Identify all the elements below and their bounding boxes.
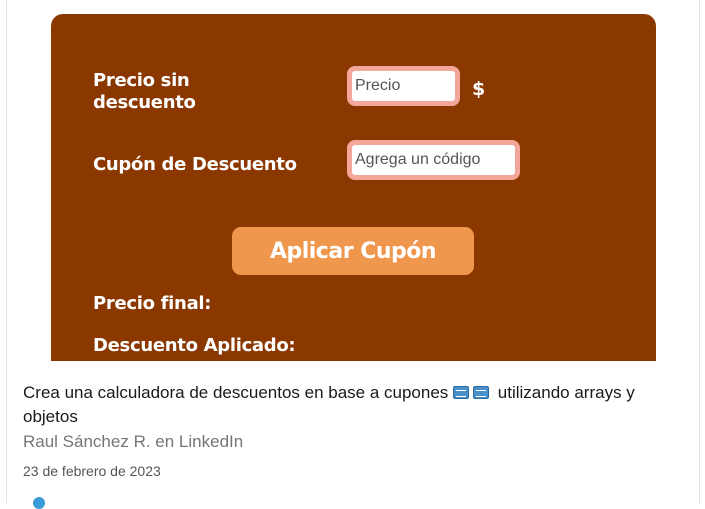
article-source: Raul Sánchez R. en LinkedIn — [23, 432, 244, 451]
final-price-label: Precio final: — [93, 293, 212, 314]
price-label: Precio sin descuento — [93, 70, 196, 113]
currency-symbol: $ — [472, 78, 486, 100]
article-date: 23 de febrero de 2023 — [23, 463, 161, 479]
article-title-link[interactable]: Crea una calculadora de descuentos en ba… — [23, 383, 635, 426]
ticket-emoji-icon — [473, 386, 490, 399]
coupon-label: Cupón de Descuento — [93, 154, 297, 175]
title-text-start: Crea una calculadora de descuentos en ba… — [23, 383, 449, 402]
coupon-input[interactable] — [347, 140, 520, 180]
apply-coupon-button[interactable]: Aplicar Cupón — [232, 227, 474, 275]
price-input[interactable] — [347, 66, 460, 106]
article-preview-image[interactable]: Precio sin descuento $ Cupón de Descuent… — [51, 14, 656, 361]
ticket-emoji-icon — [453, 386, 470, 399]
social-action-icon[interactable] — [33, 497, 45, 509]
discount-applied-label: Descuento Aplicado: — [93, 335, 296, 356]
article-card[interactable]: Precio sin descuento $ Cupón de Descuent… — [6, 0, 700, 509]
article-title[interactable]: Crea una calculadora de descuentos en ba… — [23, 381, 683, 429]
